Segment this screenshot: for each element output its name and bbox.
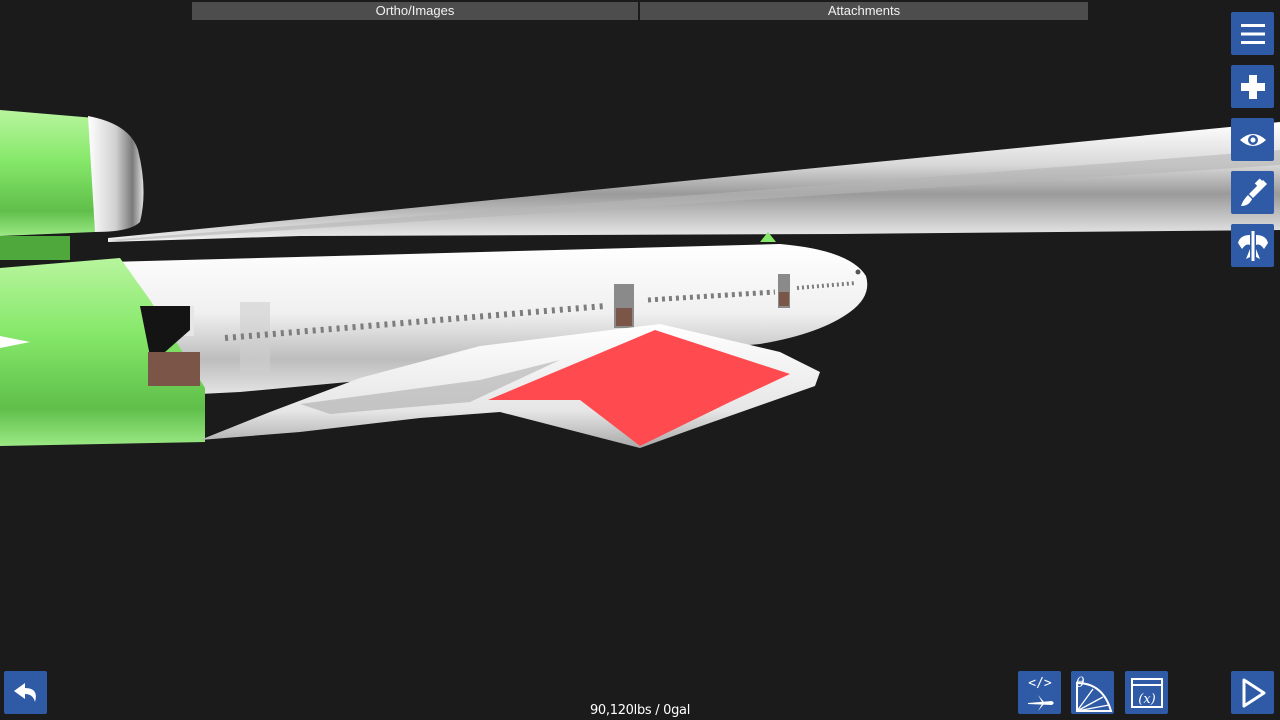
protractor-button[interactable]: θ: [1071, 671, 1114, 714]
svg-text:θ: θ: [1076, 675, 1085, 691]
play-button[interactable]: [1231, 671, 1274, 714]
tab-ortho-images[interactable]: Ortho/Images: [192, 2, 638, 20]
view-button[interactable]: [1231, 118, 1274, 161]
symmetry-button[interactable]: [1231, 224, 1274, 267]
symmetry-icon: [1237, 230, 1268, 261]
add-part-button[interactable]: [1231, 65, 1274, 108]
variables-icon: (x): [1130, 677, 1163, 708]
svg-text:</>: </>: [1028, 676, 1052, 691]
menu-button[interactable]: [1231, 12, 1274, 55]
play-icon: [1242, 678, 1265, 707]
undo-button[interactable]: [4, 671, 47, 714]
view-eye-icon: [1239, 133, 1266, 146]
paint-brush-icon: [1240, 177, 1267, 206]
aircraft-viewport[interactable]: [0, 0, 1280, 720]
menu-icon: [1240, 23, 1265, 44]
variables-button[interactable]: (x): [1125, 671, 1168, 714]
upper-wing: [108, 122, 1280, 242]
tab-attachments[interactable]: Attachments: [640, 2, 1088, 20]
code-plane-button[interactable]: </>: [1018, 671, 1061, 714]
add-part-icon: [1240, 74, 1265, 99]
code-plane-icon: </>: [1027, 676, 1054, 711]
paint-button[interactable]: [1231, 171, 1274, 214]
theta-protractor-icon: θ: [1075, 675, 1112, 712]
svg-text:(x): (x): [1138, 692, 1155, 707]
mass-status-text: 90,120lbs / 0gal: [589, 703, 691, 718]
undo-icon: [13, 682, 36, 702]
